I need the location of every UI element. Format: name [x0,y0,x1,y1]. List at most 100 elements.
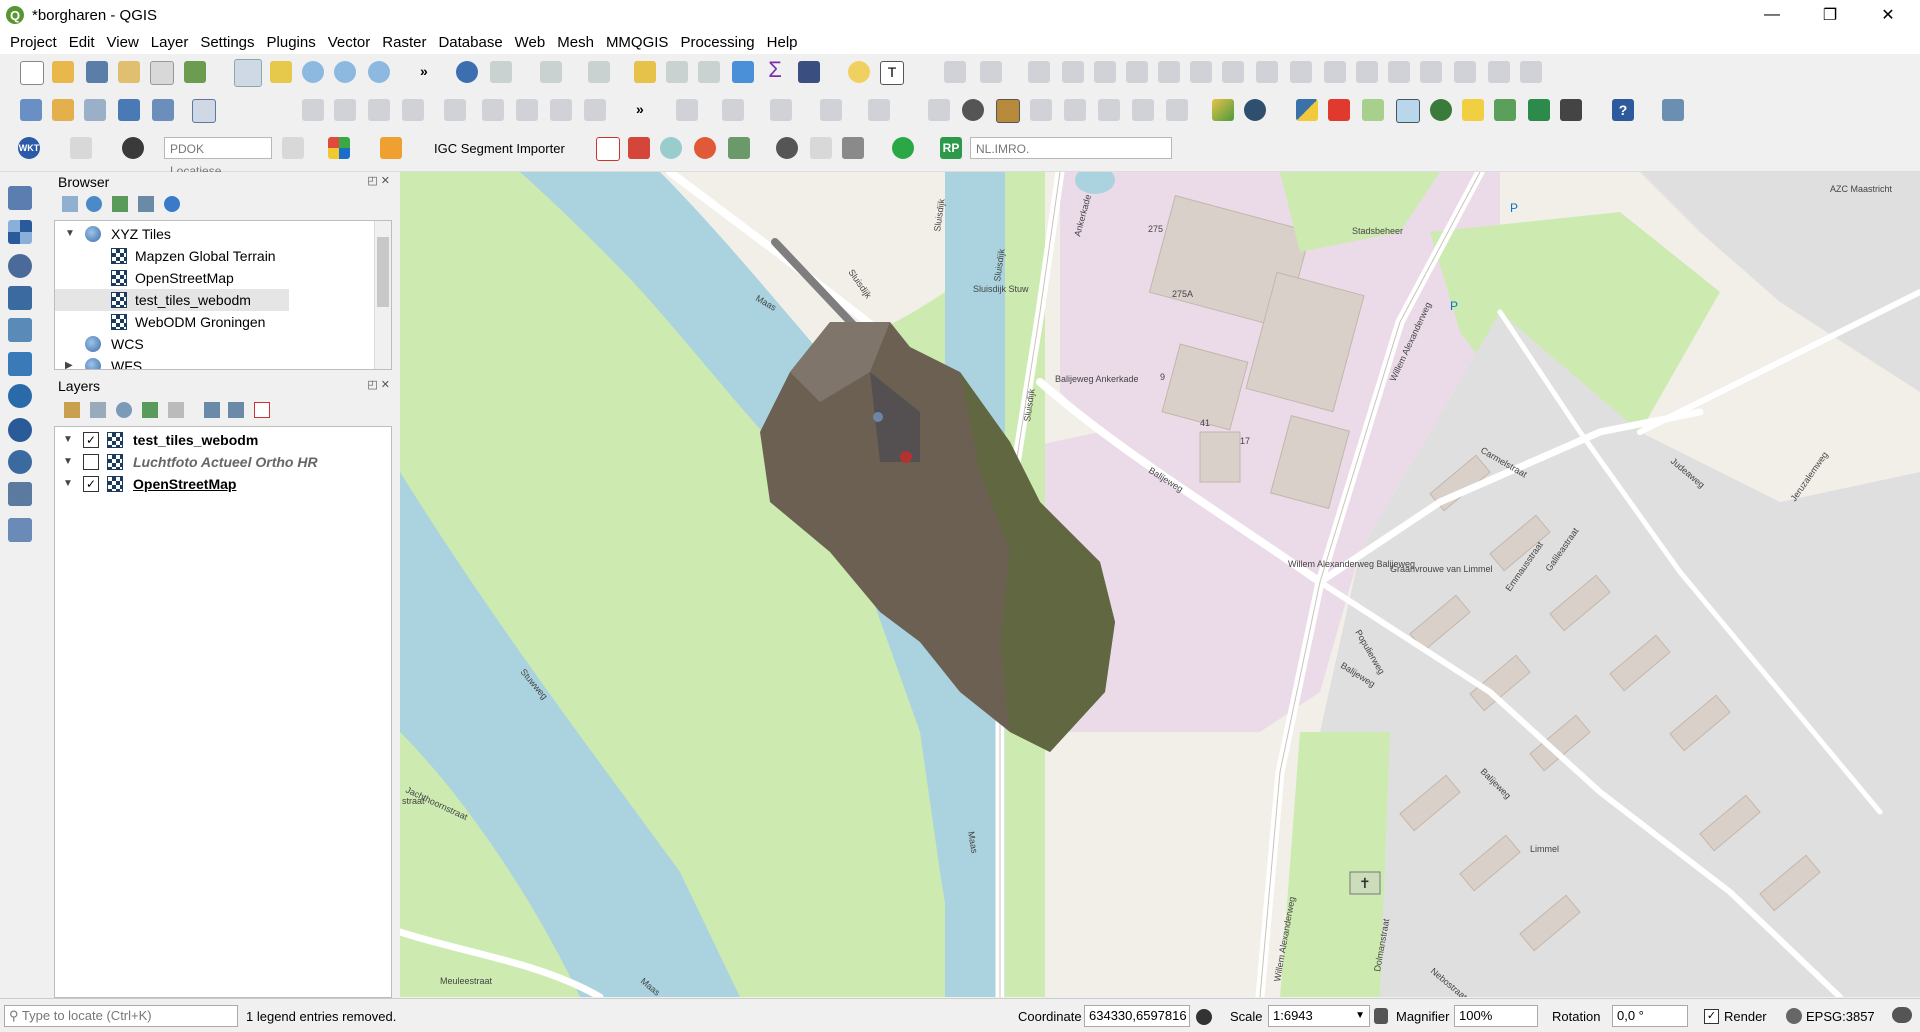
zoom-in-icon[interactable] [302,61,324,83]
add-postgis-icon[interactable] [8,286,32,310]
browser-scrollbar[interactable] [374,221,391,369]
digitize-icon-f[interactable] [1126,61,1148,83]
crs-globe-icon[interactable] [1786,1008,1802,1024]
map-canvas[interactable]: ✝ Stadsbeheer Sluisdijk Sluisdijk Sluisd… [400,172,1920,997]
digitize-icon-r[interactable] [1520,61,1542,83]
select-by-value-icon[interactable] [588,61,610,83]
wkt-icon[interactable]: WKT [18,137,40,159]
plugin-web-icon[interactable] [776,137,798,159]
python-console-icon[interactable] [1296,99,1318,121]
toolbar-overflow-icon[interactable]: » [420,63,428,79]
speech-bubble-icon[interactable] [1892,1007,1912,1023]
add-group-icon[interactable] [90,402,106,418]
label-tool-d-icon[interactable] [1030,99,1052,121]
add-vector-layer-icon[interactable] [8,186,32,210]
digitize-icon-o[interactable] [1420,61,1442,83]
menu-mmqgis[interactable]: MMQGIS [600,34,675,51]
layer-visibility-checkbox[interactable] [83,454,99,470]
expand-arrow-icon[interactable]: ▼ [63,473,73,495]
copy-features-icon[interactable] [584,99,606,121]
menu-processing[interactable]: Processing [674,34,760,51]
toggle-edit-icon[interactable] [334,99,356,121]
magnifier-spinbox[interactable]: 100% [1454,1005,1538,1027]
select-features-icon[interactable] [540,61,562,83]
add-wms-icon[interactable] [8,384,32,408]
browser-item[interactable]: WebODM Groningen [55,311,355,333]
digitize-icon-c[interactable] [1028,61,1050,83]
plugin-cursor-icon[interactable] [70,137,92,159]
plugin-wrench-icon[interactable] [842,137,864,159]
menu-layer[interactable]: Layer [145,34,195,51]
cut-features-icon[interactable] [550,99,572,121]
panel-float-close-icon[interactable]: ◰ ✕ [367,378,390,391]
layer-item[interactable]: ▼ ✓ test_tiles_webodm [55,429,355,451]
add-spatialite-icon[interactable] [8,254,32,278]
menu-settings[interactable]: Settings [194,34,260,51]
locator-search-input[interactable]: ⚲ Type to locate (Ctrl+K) [4,1005,238,1027]
plugin-pin-icon[interactable] [628,137,650,159]
processing-toolbox-icon[interactable] [732,61,754,83]
menu-view[interactable]: View [101,34,145,51]
refresh-icon[interactable] [86,196,102,212]
collapse-all-icon[interactable] [228,402,244,418]
digitize-icon-m[interactable] [1356,61,1378,83]
manage-themes-icon[interactable] [116,402,132,418]
menu-project[interactable]: Project [0,34,63,51]
new-spatialite-icon[interactable] [118,99,140,121]
label-tool-a-icon[interactable] [928,99,950,121]
filter-icon[interactable] [112,196,128,212]
shape-tool-b-icon[interactable] [722,99,744,121]
new-shapefile-icon[interactable] [84,99,106,121]
info-icon[interactable] [164,196,180,212]
collapse-all-icon[interactable] [138,196,154,212]
menu-web[interactable]: Web [509,34,552,51]
plugin-profile-icon[interactable] [1494,99,1516,121]
vertex-tool-icon[interactable] [444,99,466,121]
digitize-icon-p[interactable] [1454,61,1476,83]
digitize-icon-g[interactable] [1158,61,1180,83]
shape-tool-e-icon[interactable] [868,99,890,121]
zoom-native-icon[interactable] [368,61,390,83]
coordinate-field[interactable]: 634330,6597816 [1084,1005,1190,1027]
new-project-icon[interactable] [20,61,44,85]
zoom-out-icon[interactable] [334,61,356,83]
layer-item[interactable]: ▼ ✓ OpenStreetMap [55,473,355,495]
digitize-icon-d[interactable] [1062,61,1084,83]
text-annotation-icon[interactable]: T [880,61,904,85]
new-print-layout-icon[interactable] [118,61,140,83]
maximize-button[interactable]: ❐ [1802,0,1858,30]
lock-scale-icon[interactable] [1374,1008,1388,1024]
digitize-icon-e[interactable] [1094,61,1116,83]
layer-styling-icon[interactable] [64,402,80,418]
data-source-manager-icon[interactable] [20,99,42,121]
layer-visibility-checkbox[interactable]: ✓ [83,476,99,492]
add-selected-icon[interactable] [62,196,78,212]
add-wfs-icon[interactable] [8,450,32,474]
menu-help[interactable]: Help [761,34,804,51]
close-button[interactable]: ✕ [1860,0,1916,30]
plugin-grid-icon[interactable] [328,137,350,159]
shape-tool-a-icon[interactable] [676,99,698,121]
statistical-summary-icon[interactable]: Σ [764,59,786,81]
shape-tool-d-icon[interactable] [820,99,842,121]
label-tool-g-icon[interactable] [1132,99,1154,121]
digitize-icon-n[interactable] [1388,61,1410,83]
add-raster-layer-icon[interactable] [8,220,32,244]
field-calculator-icon[interactable] [698,61,720,83]
triangle-plugin-icon[interactable] [1212,99,1234,121]
plugin-red-icon[interactable] [1328,99,1350,121]
expand-arrow-icon[interactable]: ▼ [65,223,75,245]
menu-raster[interactable]: Raster [376,34,432,51]
style-manager-icon[interactable] [184,61,206,83]
label-tool-e-icon[interactable] [1064,99,1086,121]
rotation-spinbox[interactable]: 0,0 ° [1612,1005,1688,1027]
plugin-settings-icon[interactable] [1662,99,1684,121]
digitize-icon-k[interactable] [1290,61,1312,83]
label-tool-h-icon[interactable] [1166,99,1188,121]
plugin-xy-icon[interactable] [810,137,832,159]
save-project-icon[interactable] [86,61,108,83]
add-mesh-icon[interactable] [8,518,32,542]
pdok-clear-icon[interactable] [282,137,304,159]
plugin-map-icon[interactable] [1396,99,1420,123]
add-virtual-layer-icon[interactable] [8,318,32,342]
